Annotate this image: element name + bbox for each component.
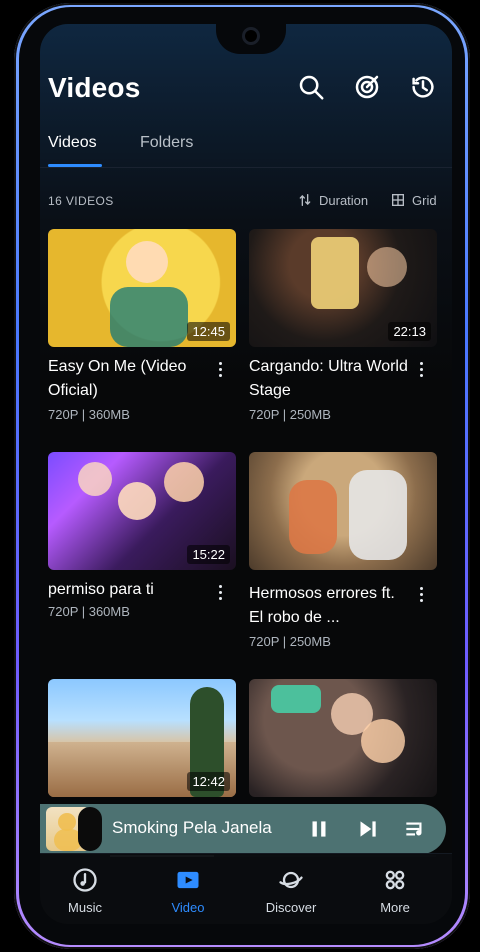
videos-count: 16 VIDEOS: [48, 194, 114, 208]
target-button[interactable]: [352, 72, 382, 102]
more-dot-icon: [218, 591, 222, 594]
thumbnail-person: [164, 462, 204, 502]
vinyl-icon: [78, 807, 102, 851]
video-thumbnail[interactable]: [249, 452, 437, 570]
thumbnail-person: [126, 241, 168, 283]
more-dot-icon: [218, 597, 222, 600]
video-more-button[interactable]: [212, 359, 228, 381]
history-button[interactable]: [408, 72, 438, 102]
target-icon: [355, 75, 379, 99]
pause-icon[interactable]: [306, 816, 332, 842]
mini-player[interactable]: Smoking Pela Janela: [40, 804, 446, 854]
more-dot-icon: [218, 585, 222, 588]
queue-icon[interactable]: [402, 816, 428, 842]
tab-videos[interactable]: Videos: [48, 134, 97, 152]
more-dot-icon: [218, 368, 222, 371]
view-grid-button[interactable]: Grid: [390, 192, 437, 208]
nav-more-label: More: [380, 900, 410, 915]
video-title[interactable]: Hermosos errores ft. El robo de ...: [249, 582, 409, 630]
thumbnail-glass: [311, 237, 359, 309]
camera-notch: [216, 24, 286, 54]
video-thumbnail[interactable]: [249, 679, 437, 797]
search-icon: [299, 75, 324, 100]
video-card[interactable]: 12:45 Easy On Me (Video Oficial) 720P | …: [48, 229, 236, 439]
video-thumbnail[interactable]: 15:22: [48, 452, 236, 570]
sort-label: Duration: [319, 192, 369, 208]
video-meta: 720P | 360MB: [48, 407, 130, 422]
more-dot-icon: [419, 599, 423, 602]
video-more-button[interactable]: [212, 582, 228, 604]
video-play-icon: [177, 871, 199, 889]
video-meta: 720P | 250MB: [249, 407, 331, 422]
grid-more-icon: [385, 870, 405, 890]
video-card[interactable]: Hermosos errores ft. El robo de ... 720P…: [249, 452, 437, 682]
video-thumbnail[interactable]: 12:42: [48, 679, 236, 797]
bottom-navigation: Music Video Discover More: [40, 853, 452, 924]
grid-icon: [392, 194, 404, 206]
thumbnail-person: [78, 462, 112, 496]
video-more-button[interactable]: [413, 584, 429, 606]
next-icon[interactable]: [354, 816, 380, 842]
thumbnail-person: [361, 719, 405, 763]
thumbnail-person: [118, 482, 156, 520]
nav-video-label: Video: [171, 900, 205, 915]
page-title: Videos: [48, 72, 141, 103]
more-dot-icon: [419, 362, 423, 365]
thumbnail-clothing: [110, 287, 188, 347]
more-dot-icon: [218, 362, 222, 365]
more-dot-icon: [419, 368, 423, 371]
video-card[interactable]: [249, 679, 437, 797]
more-dot-icon: [419, 374, 423, 377]
music-disc-icon: [73, 868, 97, 892]
thumbnail-dog: [289, 480, 337, 554]
nav-music-label: Music: [68, 900, 102, 915]
video-meta: 720P | 250MB: [249, 634, 331, 649]
top-tabs: Videos Folders: [48, 134, 452, 168]
view-label: Grid: [412, 192, 437, 208]
video-meta: 720P | 360MB: [48, 604, 130, 619]
video-duration: 12:42: [187, 772, 230, 791]
nav-more[interactable]: More: [350, 866, 440, 915]
video-more-button[interactable]: [413, 359, 429, 381]
video-title[interactable]: Easy On Me (Video Oficial): [48, 355, 208, 403]
video-thumbnail[interactable]: 22:13: [249, 229, 437, 347]
video-title[interactable]: permiso para ti: [48, 578, 208, 602]
video-card[interactable]: 22:13 Cargando: Ultra World Stage 720P |…: [249, 229, 437, 439]
history-icon: [412, 76, 434, 98]
now-playing-title[interactable]: Smoking Pela Janela: [112, 818, 272, 838]
tabs-divider: [40, 167, 452, 168]
more-dot-icon: [419, 593, 423, 596]
thumbnail-phone: [271, 685, 321, 713]
nav-discover-label: Discover: [265, 900, 317, 915]
video-duration: 22:13: [388, 322, 431, 341]
more-dot-icon: [419, 587, 423, 590]
thumbnail-dog: [349, 470, 407, 560]
thumbnail-person: [367, 247, 407, 287]
video-title[interactable]: Cargando: Ultra World Stage: [249, 355, 409, 403]
video-card[interactable]: 12:42: [48, 679, 236, 797]
nav-video[interactable]: Video: [143, 866, 233, 915]
tab-folders[interactable]: Folders: [140, 134, 193, 152]
more-dot-icon: [218, 374, 222, 377]
video-duration: 15:22: [187, 545, 230, 564]
nav-discover[interactable]: Discover: [246, 866, 336, 915]
nav-music[interactable]: Music: [40, 866, 130, 915]
planet-icon: [279, 871, 303, 889]
front-camera: [245, 30, 257, 42]
video-duration: 12:45: [187, 322, 230, 341]
video-thumbnail[interactable]: 12:45: [48, 229, 236, 347]
sort-icon: [299, 194, 311, 206]
video-card[interactable]: 15:22 permiso para ti 720P | 360MB: [48, 452, 236, 662]
app-screen: Videos Videos Folders 16 VIDEOS Duration…: [40, 24, 452, 924]
search-button[interactable]: [296, 72, 326, 102]
mini-player-controls: [306, 816, 428, 842]
sort-duration-button[interactable]: Duration: [297, 192, 368, 208]
